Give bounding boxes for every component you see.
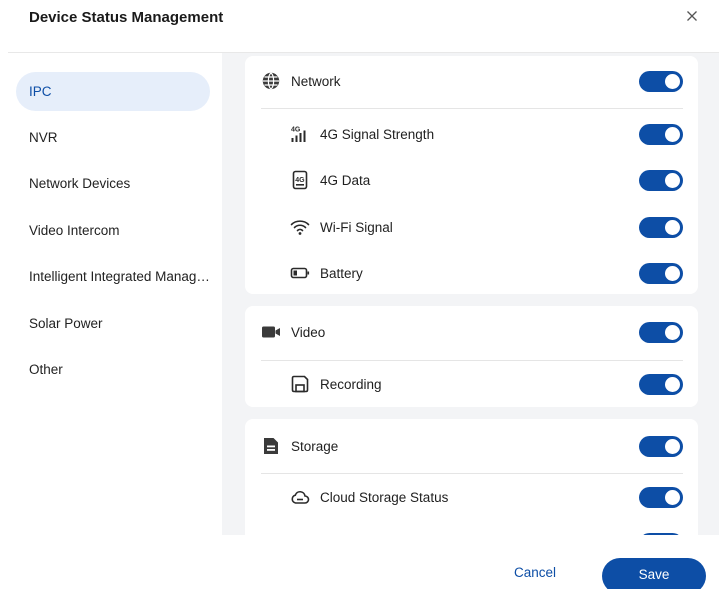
cancel-button[interactable]: Cancel [505,565,565,580]
setting-row-recording: Recording [245,361,698,407]
signal-4g-icon: 4G [290,124,310,144]
group-row-video: Video [245,309,698,355]
storage-toggle[interactable] [639,435,683,457]
setting-row-partial [245,520,698,535]
sidebar: IPC NVR Network Devices Video Intercom I… [0,53,222,535]
video-card: Video Recording [245,306,698,407]
setting-label: Battery [320,265,363,281]
storage-icon [261,436,281,456]
recording-toggle[interactable] [639,373,683,395]
video-toggle[interactable] [639,321,683,343]
save-button[interactable]: Save [602,558,706,589]
wifi-signal-toggle[interactable] [639,216,683,238]
sidebar-item-network-devices[interactable]: Network Devices [16,164,210,203]
cloud-storage-toggle[interactable] [639,486,683,508]
group-row-network: Network [245,58,698,104]
setting-row-4g-data: 4G 4G Data [245,157,698,203]
sim-4g-icon: 4G [290,170,310,190]
setting-row-battery: Battery [245,250,698,296]
dialog-title: Device Status Management [29,9,224,26]
cloud-icon [290,487,310,507]
sidebar-item-ipc[interactable]: IPC [16,72,210,111]
close-icon[interactable] [684,8,700,24]
setting-row-4g-signal: 4G 4G Signal Strength [245,111,698,157]
setting-label: Cloud Storage Status [320,489,449,505]
svg-text:4G: 4G [291,127,301,134]
setting-row-wifi: Wi-Fi Signal [245,204,698,250]
battery-toggle[interactable] [639,262,683,284]
group-label: Video [291,324,326,340]
sidebar-item-nvr[interactable]: NVR [16,118,210,157]
network-card: Network 4G 4G Signal Strength 4G 4G Data [245,56,698,294]
4g-signal-toggle[interactable] [639,123,683,145]
dialog-footer: Cancel Save [0,535,719,589]
group-label: Storage [291,438,339,454]
4g-data-toggle[interactable] [639,169,683,191]
setting-label: 4G Signal Strength [320,126,435,142]
recording-icon [290,374,310,394]
battery-icon [290,263,310,283]
settings-panel: Network 4G 4G Signal Strength 4G 4G Data [222,53,719,535]
group-row-storage: Storage [245,423,698,469]
setting-label: Recording [320,376,382,392]
setting-label: Wi-Fi Signal [320,219,393,235]
sidebar-item-video-intercom[interactable]: Video Intercom [16,211,210,250]
divider [261,108,683,109]
sidebar-item-intelligent-integrated-management[interactable]: Intelligent Integrated Management [16,257,210,296]
svg-text:4G: 4G [295,177,305,184]
device-status-dialog: Device Status Management IPC NVR Network… [0,0,719,589]
sidebar-item-solar-power[interactable]: Solar Power [16,304,210,343]
wifi-icon [290,217,310,237]
video-camera-icon [261,322,281,342]
network-toggle[interactable] [639,70,683,92]
setting-label: 4G Data [320,172,371,188]
globe-icon [261,71,281,91]
storage-card: Storage Cloud Storage Status [245,419,698,535]
group-label: Network [291,73,341,89]
sidebar-item-other[interactable]: Other [16,350,210,389]
setting-row-cloud-storage: Cloud Storage Status [245,474,698,520]
